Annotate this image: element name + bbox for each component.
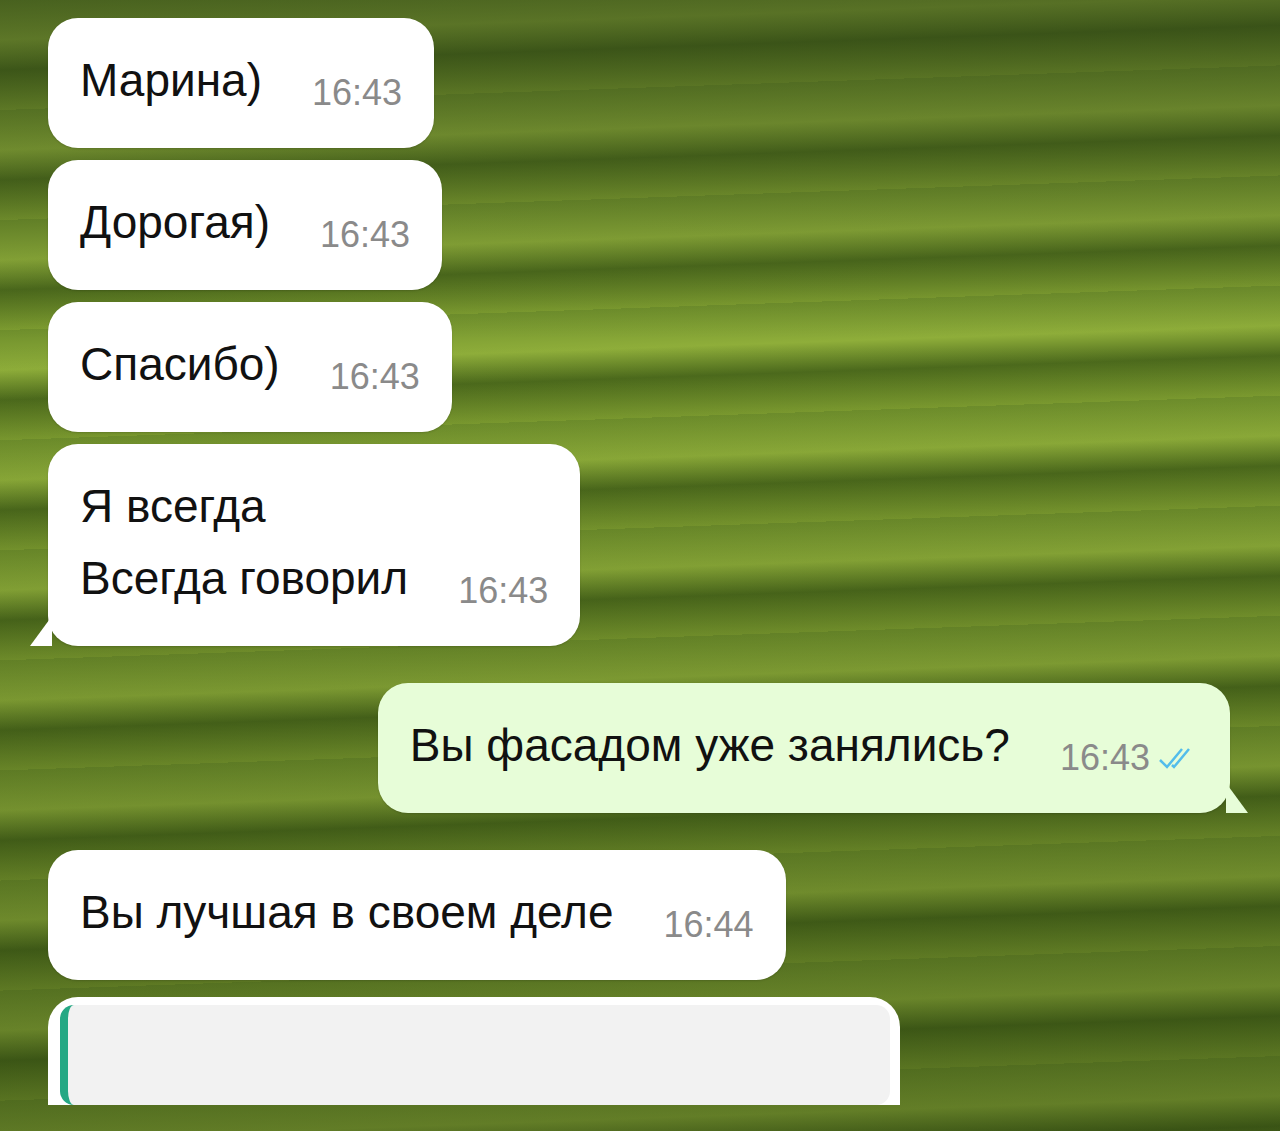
- cut-off-message[interactable]: [48, 997, 900, 1105]
- message-text: Дорогая): [80, 186, 270, 258]
- message-row: Вы фасадом уже занялись? 16:43: [48, 683, 1250, 813]
- message-text: Марина): [80, 44, 262, 116]
- incoming-message[interactable]: Дорогая) 16:43: [48, 160, 442, 290]
- incoming-message[interactable]: Я всегда Всегда говорил 16:43: [48, 444, 580, 646]
- quoted-reply[interactable]: [60, 1005, 890, 1105]
- incoming-message[interactable]: Спасибо) 16:43: [48, 302, 452, 432]
- message-time: 16:43: [330, 354, 420, 400]
- message-time: 16:44: [664, 902, 754, 948]
- chat-wallpaper: Марина)16:43Дорогая)16:43Спасибо)16:43Я …: [0, 0, 1280, 1131]
- message-row: Вы лучшая в своем деле 16:44: [48, 850, 1250, 980]
- message-time: 16:43: [320, 212, 410, 258]
- message-meta: 16:43: [312, 70, 402, 116]
- outgoing-message[interactable]: Вы фасадом уже занялись? 16:43: [378, 683, 1230, 813]
- bubble-tail: [30, 616, 52, 646]
- message-text: Вы фасадом уже занялись?: [410, 709, 1010, 781]
- message-text: Вы лучшая в своем деле: [80, 876, 614, 948]
- message-text: Я всегда Всегда говорил: [80, 470, 408, 614]
- message-time: 16:43: [458, 568, 548, 614]
- message-meta: 16:43: [330, 354, 420, 400]
- message-meta: 16:43: [1060, 735, 1198, 781]
- read-ticks-icon: [1158, 744, 1198, 772]
- message-text: Спасибо): [80, 328, 280, 400]
- message-meta: 16:43: [320, 212, 410, 258]
- incoming-message[interactable]: Вы лучшая в своем деле 16:44: [48, 850, 786, 980]
- message-meta: 16:43: [458, 568, 548, 614]
- message-meta: 16:44: [664, 902, 754, 948]
- message-time: 16:43: [312, 70, 402, 116]
- message-row: Марина) 16:43: [48, 18, 1250, 148]
- message-time: 16:43: [1060, 735, 1150, 781]
- incoming-message[interactable]: Марина) 16:43: [48, 18, 434, 148]
- message-row: Я всегда Всегда говорил 16:43: [48, 444, 1250, 646]
- message-row: Спасибо) 16:43: [48, 302, 1250, 432]
- message-row: Дорогая) 16:43: [48, 160, 1250, 290]
- bubble-tail: [1226, 783, 1248, 813]
